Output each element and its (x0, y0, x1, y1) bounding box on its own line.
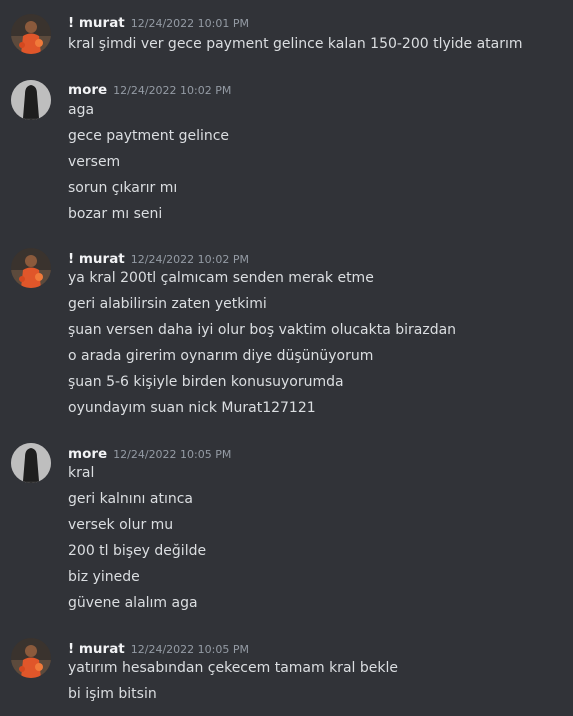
user-avatar[interactable] (11, 80, 51, 120)
user-avatar[interactable] (11, 14, 51, 54)
message-group: ! murat 12/24/2022 10:05 PM yatırım hesab… (0, 638, 573, 710)
user-avatar[interactable] (11, 638, 51, 678)
message-text: aga (68, 102, 95, 118)
message-text: gece paytment gelince (68, 128, 230, 144)
message-group: ! murat 12/24/2022 10:01 PM kral şimdi ve… (0, 12, 573, 62)
message-text: geri kalnını atınca (68, 491, 194, 507)
timestamp: 12/24/2022 10:02 PM (113, 84, 232, 97)
message-text: güvene alalım aga (68, 595, 198, 611)
message-text: bi işim bitsin (68, 686, 157, 702)
timestamp: 12/24/2022 10:05 PM (113, 448, 232, 461)
message-group: ! murat 12/24/2022 10:02 PM ya kral 200tl… (0, 248, 573, 423)
user-avatar[interactable] (11, 248, 51, 288)
message-text: 200 tl bişey değilde (68, 543, 207, 559)
user-avatar[interactable] (11, 443, 51, 483)
orange-figure-avatar-icon (11, 248, 51, 288)
message-text: sorun çıkarır mı (68, 180, 178, 196)
message-group: more 12/24/2022 10:05 PM kral geri kalnın… (0, 443, 573, 618)
message-text: yatırım hesabından çekecem tamam kral be… (68, 660, 398, 676)
orange-figure-avatar-icon (11, 638, 51, 678)
message-text: kral şimdi ver gece payment gelince kala… (68, 36, 523, 52)
message-group: more 12/24/2022 10:02 PM aga gece paytmen… (0, 79, 573, 229)
username[interactable]: ! murat (68, 251, 125, 267)
message-header: ! murat 12/24/2022 10:05 PM (68, 638, 249, 658)
dark-cloaked-figure-avatar-icon (11, 443, 51, 483)
orange-figure-avatar-icon (11, 14, 51, 54)
message-text: versem (68, 154, 121, 170)
message-text: kral (68, 465, 95, 481)
timestamp: 12/24/2022 10:02 PM (130, 253, 249, 266)
message-header: more 12/24/2022 10:05 PM (68, 443, 231, 463)
username[interactable]: ! murat (68, 641, 125, 657)
message-text: o arada girerim oynarım diye düşünüyorum (68, 348, 374, 364)
message-text: biz yinede (68, 569, 140, 585)
username[interactable]: more (68, 446, 107, 462)
dark-cloaked-figure-avatar-icon (11, 80, 51, 120)
message-text: şuan 5-6 kişiyle birden konusuyorumda (68, 374, 344, 390)
timestamp: 12/24/2022 10:05 PM (130, 643, 249, 656)
message-text: versek olur mu (68, 517, 174, 533)
message-text: oyundayım suan nick Murat127121 (68, 400, 316, 416)
timestamp: 12/24/2022 10:01 PM (130, 17, 249, 30)
message-header: ! murat 12/24/2022 10:02 PM (68, 248, 249, 268)
username[interactable]: more (68, 82, 107, 98)
username[interactable]: ! murat (68, 15, 125, 31)
message-text: şuan versen daha iyi olur boş vaktim olu… (68, 322, 457, 338)
message-header: more 12/24/2022 10:02 PM (68, 79, 231, 99)
message-text: geri alabilirsin zaten yetkimi (68, 296, 267, 312)
message-header: ! murat 12/24/2022 10:01 PM (68, 12, 249, 32)
message-text: ya kral 200tl çalmıcam senden merak etme (68, 270, 374, 286)
message-text: bozar mı seni (68, 206, 163, 222)
